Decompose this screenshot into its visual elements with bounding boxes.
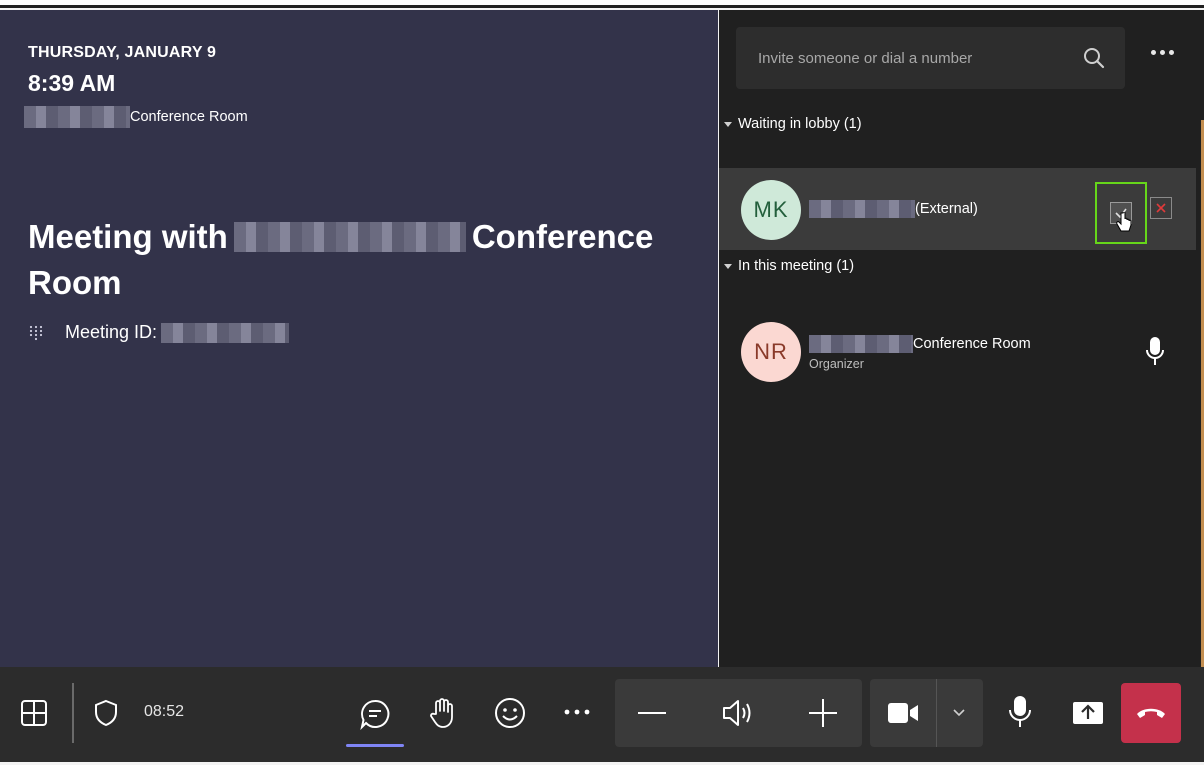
raise-hand-button[interactable] [428, 697, 458, 729]
room-name: Conference Room [130, 109, 248, 125]
redacted-text [24, 106, 130, 128]
chat-icon [360, 699, 390, 730]
room-line: Conference Room [24, 104, 248, 130]
invite-input[interactable] [758, 49, 1058, 67]
invite-search-box[interactable] [736, 27, 1125, 89]
meeting-stage: THURSDAY, JANUARY 9 8:39 AM Conference R… [0, 10, 718, 667]
mic-icon[interactable] [1145, 336, 1165, 368]
panel-more-icon[interactable] [1151, 50, 1174, 55]
dialpad-icon [29, 325, 43, 340]
call-timer: 08:52 [144, 703, 185, 720]
camera-button[interactable] [887, 701, 919, 725]
volume-up-button[interactable] [808, 698, 838, 728]
grid-icon [21, 700, 47, 726]
meeting-id: Meeting ID: [28, 322, 290, 343]
minus-icon [638, 712, 666, 714]
search-icon[interactable] [1083, 47, 1105, 69]
plus-icon [809, 699, 837, 727]
caret-down-icon [724, 121, 732, 127]
external-tag: (External) [915, 201, 978, 217]
emoji-icon [495, 698, 525, 728]
more-icon [564, 709, 590, 715]
redacted-text [233, 222, 466, 252]
meeting-header-label: In this meeting (1) [738, 258, 855, 274]
participant-name: (External) [809, 200, 978, 218]
volume-down-button[interactable] [637, 711, 667, 715]
participant-name: Conference Room [809, 335, 1031, 353]
avatar: MK [741, 180, 801, 240]
avatar: NR [741, 322, 801, 382]
participants-panel: Waiting in lobby (1) MK (External) [719, 10, 1204, 670]
camera-icon [888, 703, 918, 723]
close-icon [1156, 203, 1166, 213]
redacted-text [809, 200, 915, 218]
redacted-text [809, 335, 913, 353]
participant-role: Organizer [809, 357, 864, 371]
meeting-section-header[interactable]: In this meeting (1) [724, 258, 854, 274]
volume-controls [615, 679, 862, 747]
camera-options-button[interactable] [952, 707, 966, 717]
layout-button[interactable] [20, 699, 48, 727]
mic-icon [1009, 696, 1031, 727]
speaker-icon [723, 700, 751, 726]
meeting-date: THURSDAY, JANUARY 9 [28, 44, 217, 61]
meeting-participant-row[interactable]: NR Conference Room Organizer [719, 310, 1196, 392]
share-screen-button[interactable] [1072, 701, 1104, 725]
more-actions-button[interactable] [563, 707, 591, 717]
meeting-id-label: Meeting ID: [65, 322, 158, 342]
raise-hand-icon [430, 698, 453, 728]
lobby-header-label: Waiting in lobby (1) [738, 116, 862, 132]
chat-button[interactable] [359, 698, 391, 730]
meeting-title: Meeting with Conference Room [28, 214, 688, 306]
hang-up-button[interactable] [1121, 683, 1181, 743]
chevron-down-icon [953, 709, 965, 717]
title-prefix: Meeting with [28, 218, 228, 255]
window-top-edge [0, 0, 1204, 8]
deny-button[interactable] [1150, 197, 1172, 219]
camera-split-divider [936, 679, 937, 747]
mic-button[interactable] [1008, 695, 1032, 729]
caret-down-icon [724, 263, 732, 269]
reactions-button[interactable] [494, 697, 526, 729]
share-tray-icon [1073, 702, 1103, 724]
lobby-section-header[interactable]: Waiting in lobby (1) [724, 116, 862, 132]
redacted-text [161, 322, 290, 343]
participant-room-name: Conference Room [913, 336, 1031, 352]
security-button[interactable] [94, 699, 118, 727]
meeting-toolbar: 08:52 [0, 667, 1204, 765]
hang-up-icon [1137, 708, 1165, 718]
camera-controls [870, 679, 983, 747]
toolbar-divider [72, 683, 74, 743]
shield-icon [95, 699, 117, 727]
active-tab-indicator [346, 744, 404, 747]
cursor-icon [1116, 212, 1132, 232]
teams-meeting-window: THURSDAY, JANUARY 9 8:39 AM Conference R… [0, 0, 1204, 765]
lobby-participant-row[interactable]: MK (External) [719, 168, 1196, 250]
speaker-button[interactable] [720, 696, 754, 730]
meeting-time: 8:39 AM [28, 70, 116, 96]
